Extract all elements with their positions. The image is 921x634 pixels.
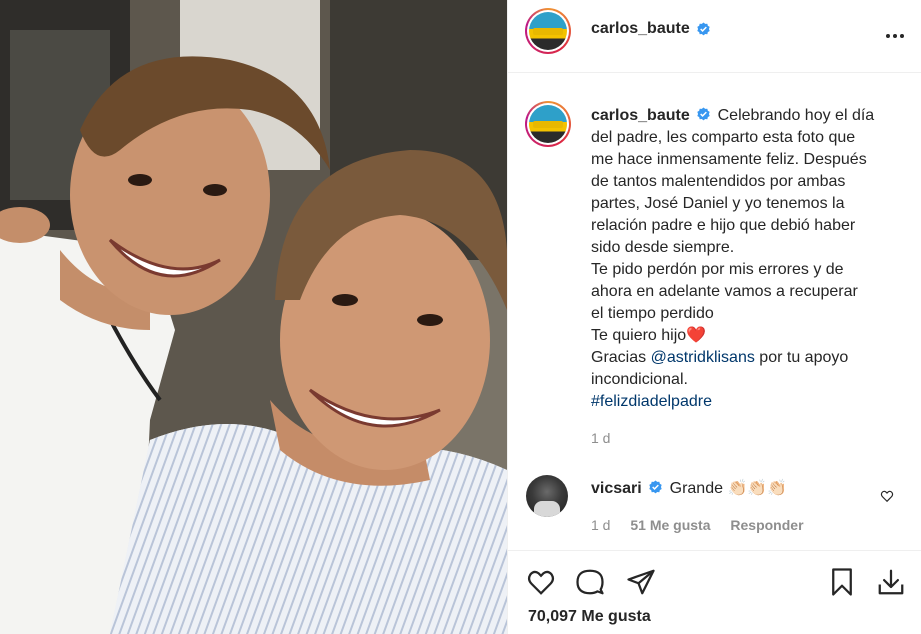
heart-icon[interactable]	[526, 567, 556, 597]
caption-line: sido desde siempre.	[591, 239, 735, 256]
author-username[interactable]: carlos_baute	[591, 20, 690, 38]
comment-text: Grande 👏🏻👏🏻👏🏻	[669, 480, 788, 497]
commenter-avatar[interactable]	[526, 475, 568, 517]
author-avatar[interactable]	[525, 8, 571, 54]
caption-line: Te quiero hijo❤️	[591, 327, 707, 344]
verified-badge-icon	[697, 22, 710, 36]
commenter-username[interactable]: vicsari	[591, 480, 642, 497]
post-photo[interactable]	[0, 0, 507, 634]
comment: vicsari Grande 👏🏻👏🏻👏🏻	[591, 478, 787, 498]
comment-like-heart-icon[interactable]	[880, 489, 894, 503]
caption-section: carlos_baute Celebrando hoy el día del p…	[508, 73, 921, 473]
more-options-icon[interactable]	[884, 26, 906, 46]
caption-line: relación padre e hijo que debió haber	[591, 217, 856, 234]
post-caption: carlos_baute Celebrando hoy el día del p…	[591, 105, 901, 413]
verified-badge-icon	[649, 480, 662, 494]
caption-line: de tantos malentendidos por ambas	[591, 173, 846, 190]
caption-text: Gracias	[591, 349, 651, 366]
comment-likes[interactable]: 51 Me gusta	[630, 517, 710, 533]
caption-line: del padre, les comparto esta foto que	[591, 129, 856, 146]
caption-line: partes, José Daniel y yo tenemos la	[591, 195, 845, 212]
caption-line: me hace inmensamente feliz. Después	[591, 151, 867, 168]
mention-link[interactable]: @astridklisans	[651, 349, 755, 366]
comment-meta: 1 d 51 Me gusta Responder	[591, 517, 820, 533]
caption-line: el tiempo perdido	[591, 305, 714, 322]
comment-timestamp[interactable]: 1 d	[591, 517, 610, 533]
post-actions: 70,097 Me gusta	[508, 550, 921, 634]
download-icon[interactable]	[876, 567, 906, 597]
bookmark-icon[interactable]	[827, 567, 857, 597]
caption-line: Te pido perdón por mis errores y de	[591, 261, 844, 278]
comment-bubble-icon[interactable]	[575, 567, 605, 597]
verified-badge-icon	[697, 107, 710, 121]
post-header: carlos_baute	[508, 0, 921, 73]
caption-timestamp[interactable]: 1 d	[591, 430, 610, 446]
likes-count[interactable]: 70,097 Me gusta	[528, 608, 651, 626]
caption-line: Celebrando hoy el día	[717, 107, 875, 124]
reply-button[interactable]: Responder	[730, 517, 803, 533]
caption-line: incondicional.	[591, 371, 688, 388]
hashtag-link[interactable]: #felizdiadelpadre	[591, 391, 901, 413]
caption-text: por tu apoyo	[754, 349, 849, 366]
caption-line: ahora en adelante vamos a recuperar	[591, 283, 858, 300]
caption-author-avatar[interactable]	[525, 101, 571, 147]
caption-username[interactable]: carlos_baute	[591, 107, 690, 124]
post-details-panel: carlos_baute carlos_baute Celebrando hoy…	[507, 0, 921, 634]
paper-plane-icon[interactable]	[626, 567, 656, 597]
photo-illustration	[0, 0, 507, 634]
